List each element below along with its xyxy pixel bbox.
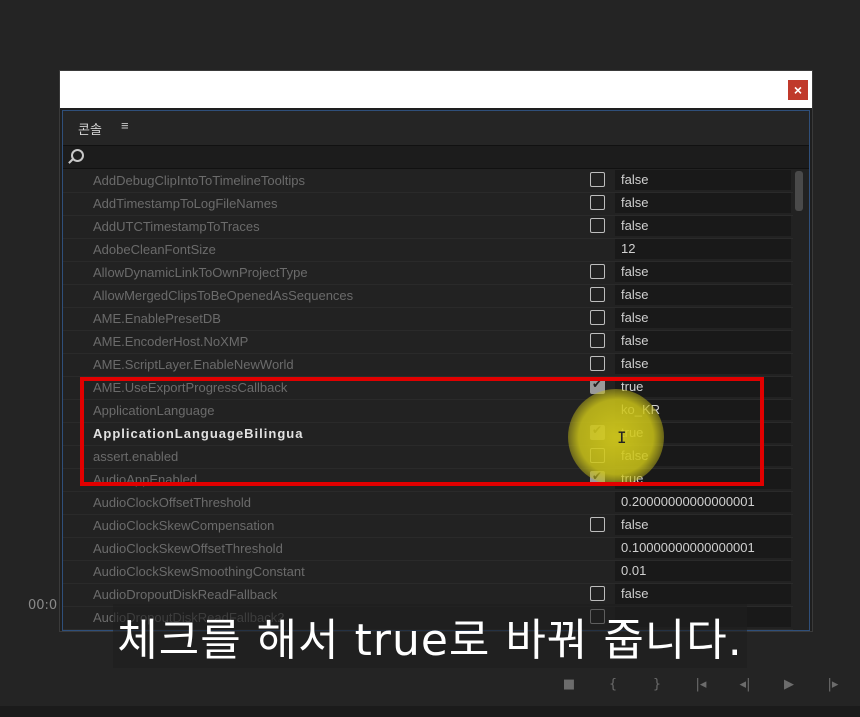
setting-checkbox[interactable] <box>590 356 605 371</box>
scrollbar-thumb[interactable] <box>795 171 803 211</box>
setting-value-field[interactable]: false <box>615 170 791 190</box>
settings-row: AddDebugClipIntoToTimelineTooltips false <box>63 169 793 193</box>
settings-row: AudioClockSkewOffsetThreshold 0.100000000… <box>63 537 793 561</box>
settings-row: AudioClockOffsetThreshold 0.2000000000000… <box>63 491 793 515</box>
settings-row: AME.ScriptLayer.EnableNewWorld false <box>63 353 793 377</box>
setting-value-field[interactable]: 12 <box>615 239 791 259</box>
setting-value-field[interactable]: 0.20000000000000001 <box>615 492 791 512</box>
settings-row: AddTimestampToLogFileNames false <box>63 192 793 216</box>
setting-checkbox[interactable] <box>590 195 605 210</box>
subtitle-caption: 체크를 해서 true로 바꿔 줍니다. <box>0 604 860 668</box>
settings-row: AudioClockSkewSmoothingConstant 0.01 <box>63 560 793 584</box>
setting-value-field[interactable]: false <box>615 285 791 305</box>
setting-value-field[interactable]: false <box>615 354 791 374</box>
play-icon[interactable]: ▶ <box>776 677 802 692</box>
setting-name: AddDebugClipIntoToTimelineTooltips <box>93 173 305 188</box>
console-panel: 콘솔 ≡ AddDebugClipIntoToTimelineTooltips f… <box>62 110 810 631</box>
settings-row: AddUTCTimestampToTraces false <box>63 215 793 239</box>
setting-value-field[interactable]: false <box>615 262 791 282</box>
settings-row: AdobeCleanFontSize 12 <box>63 238 793 262</box>
setting-name: AdobeCleanFontSize <box>93 242 216 257</box>
search-icon <box>71 149 84 162</box>
settings-row: AME.EnablePresetDB false <box>63 307 793 331</box>
setting-name: AME.EnablePresetDB <box>93 311 221 326</box>
setting-value-field[interactable]: false <box>615 331 791 351</box>
close-button[interactable]: × <box>788 80 808 100</box>
setting-value-field[interactable]: false <box>615 193 791 213</box>
subtitle-text: 체크를 해서 true로 바꿔 줍니다. <box>113 604 747 668</box>
setting-checkbox[interactable] <box>590 172 605 187</box>
settings-row: AudioClockSkewCompensation false <box>63 514 793 538</box>
setting-checkbox[interactable] <box>590 264 605 279</box>
setting-name: AddUTCTimestampToTraces <box>93 219 260 234</box>
panel-title: 콘솔 <box>78 123 102 138</box>
console-dialog: × 콘솔 ≡ AddDebugClipIntoToTimelineTooltip… <box>60 71 812 631</box>
marker-icon[interactable]: ■ <box>556 677 582 692</box>
setting-name: AudioClockSkewCompensation <box>93 518 275 533</box>
setting-name: AME.EncoderHost.NoXMP <box>93 334 249 349</box>
setting-checkbox[interactable] <box>590 517 605 532</box>
search-bar[interactable] <box>63 146 809 169</box>
setting-checkbox[interactable] <box>590 218 605 233</box>
setting-name: AudioClockOffsetThreshold <box>93 495 252 510</box>
setting-value-field[interactable]: 0.01 <box>615 561 791 581</box>
setting-name: AllowDynamicLinkToOwnProjectType <box>93 265 308 280</box>
setting-name: AudioDropoutDiskReadFallback <box>93 587 278 602</box>
setting-value-field[interactable]: false <box>615 308 791 328</box>
step-forward-icon[interactable]: |▸ <box>820 677 846 692</box>
setting-name: AudioClockSkewOffsetThreshold <box>93 541 283 556</box>
step-back-icon[interactable]: ◂| <box>732 677 758 692</box>
setting-name: AddTimestampToLogFileNames <box>93 196 278 211</box>
setting-value-field[interactable]: false <box>615 515 791 535</box>
setting-checkbox[interactable] <box>590 586 605 601</box>
panel-header: 콘솔 ≡ <box>63 111 809 146</box>
setting-checkbox[interactable] <box>590 287 605 302</box>
dialog-titlebar: × <box>60 71 812 108</box>
go-to-in-icon[interactable]: |◂ <box>688 677 714 692</box>
transport-controls: ■ { } |◂ ◂| ▶ |▸ <box>556 672 846 696</box>
settings-row: AllowMergedClipsToBeOpenedAsSequences fal… <box>63 284 793 308</box>
annotation-highlight-box <box>80 377 764 486</box>
setting-value-field[interactable]: 0.10000000000000001 <box>615 538 791 558</box>
setting-name: AllowMergedClipsToBeOpenedAsSequences <box>93 288 354 303</box>
setting-checkbox[interactable] <box>590 310 605 325</box>
settings-row: AME.EncoderHost.NoXMP false <box>63 330 793 354</box>
bottom-strip <box>0 706 860 717</box>
setting-checkbox[interactable] <box>590 333 605 348</box>
mark-in-icon[interactable]: { <box>600 677 626 692</box>
setting-name: AudioClockSkewSmoothingConstant <box>93 564 305 579</box>
setting-value-field[interactable]: false <box>615 216 791 236</box>
setting-value-field[interactable]: false <box>615 584 791 604</box>
mark-out-icon[interactable]: } <box>644 677 670 692</box>
setting-name: AME.ScriptLayer.EnableNewWorld <box>93 357 294 372</box>
hamburger-menu-icon[interactable]: ≡ <box>121 118 129 133</box>
settings-row: AllowDynamicLinkToOwnProjectType false <box>63 261 793 285</box>
